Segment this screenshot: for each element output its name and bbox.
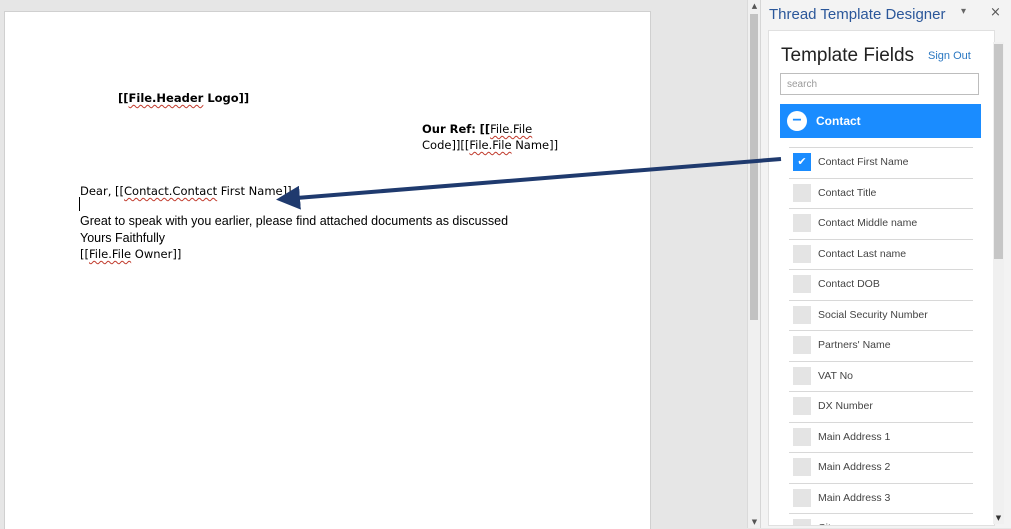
checkbox[interactable] (793, 519, 811, 525)
field-item[interactable]: DX Number (789, 392, 973, 423)
chevron-down-icon[interactable]: ▾ (961, 6, 966, 17)
document-area: [[File.Header Logo]] Our Ref: [[File.Fil… (0, 0, 747, 529)
field-label: Main Address 1 (818, 430, 891, 443)
document-scrollbar[interactable]: ▲ ▼ (747, 0, 761, 528)
field-label: Social Security Number (818, 308, 928, 321)
our-ref-line-1: Our Ref: [[File.File (422, 122, 533, 136)
field-item[interactable]: Social Security Number (789, 301, 973, 331)
field-label: Contact DOB (818, 278, 880, 290)
checkmark-icon[interactable]: ✔ (793, 153, 811, 171)
field-label: City (818, 522, 836, 525)
checkbox[interactable] (793, 183, 811, 202)
addin-panel: Template Fields Sign Out − Contact ✔ Cont… (768, 30, 995, 526)
our-ref-value-1: File.File (490, 122, 533, 136)
field-item[interactable]: City (789, 514, 973, 525)
close-icon[interactable]: × (990, 5, 1001, 20)
field-label: Partners' Name (818, 339, 891, 351)
checkbox[interactable] (793, 366, 811, 385)
sign-out-link[interactable]: Sign Out (928, 50, 971, 62)
checkbox[interactable] (793, 488, 811, 507)
checkbox[interactable] (793, 244, 811, 263)
field-label: Contact Last name (818, 247, 907, 260)
contact-group-header[interactable]: − Contact (780, 104, 981, 138)
field-item[interactable]: Contact Last name (789, 240, 973, 270)
template-fields-heading: Template Fields (781, 45, 915, 66)
checkbox[interactable] (793, 427, 811, 446)
checkbox[interactable] (793, 305, 811, 324)
document-page[interactable]: [[File.Header Logo]] Our Ref: [[File.Fil… (4, 11, 651, 529)
field-item[interactable]: ✔ Contact First Name (789, 147, 973, 179)
field-item[interactable]: Contact Title (789, 179, 973, 209)
pane-title: Thread Template Designer (769, 6, 946, 23)
field-label: Contact First Name (818, 156, 909, 168)
checkbox[interactable] (793, 458, 811, 476)
field-item[interactable]: VAT No (789, 362, 973, 392)
search-input[interactable] (780, 73, 979, 95)
field-list: ✔ Contact First Name Contact Title Contact … (789, 147, 973, 525)
owner-field: [[File.File Owner]] (80, 247, 182, 261)
header-logo-field: [[File.Header Logo]] (118, 91, 250, 105)
pane-scrollbar-thumb[interactable] (994, 44, 1003, 259)
group-label: Contact (816, 114, 861, 128)
pane-scrollbar[interactable]: ▼ (993, 42, 1004, 524)
field-label: VAT No (818, 369, 854, 382)
field-item[interactable]: Main Address 2 (789, 453, 973, 484)
field-label: Main Address 3 (818, 491, 891, 504)
scroll-down-icon[interactable]: ▼ (993, 514, 1004, 522)
body-line: Great to speak with you earlier, please … (80, 214, 509, 228)
greeting-line: Dear, [[Contact.Contact First Name]] (80, 184, 292, 198)
field-label: Main Address 2 (818, 461, 891, 473)
field-item[interactable]: Main Address 1 (789, 423, 973, 453)
checkbox[interactable] (793, 275, 811, 293)
scrollbar-thumb[interactable] (750, 14, 758, 320)
closing-line: Yours Faithfully (80, 231, 165, 245)
our-ref-line-2: Code]][[File.File Name]] (422, 138, 559, 152)
checkbox[interactable] (793, 214, 811, 232)
our-ref-label: Our Ref: (422, 122, 476, 136)
checkbox[interactable] (793, 397, 811, 415)
field-item[interactable]: Contact DOB (789, 270, 973, 301)
text-cursor (79, 197, 80, 211)
field-label: Contact Title (818, 186, 877, 199)
field-item[interactable]: Partners' Name (789, 331, 973, 362)
field-label: Contact Middle name (818, 217, 918, 229)
task-pane: Thread Template Designer ▾ × Template Fi… (760, 0, 1011, 528)
field-label: DX Number (818, 400, 873, 412)
field-item[interactable]: Contact Middle name (789, 209, 973, 240)
field-item[interactable]: Main Address 3 (789, 484, 973, 514)
checkbox[interactable] (793, 336, 811, 354)
collapse-minus-icon[interactable]: − (787, 111, 807, 131)
